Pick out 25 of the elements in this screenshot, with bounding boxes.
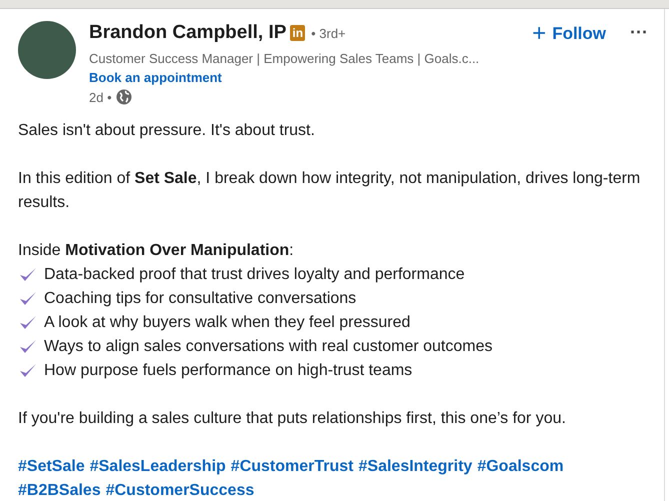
post-paragraph: If you're building a sales culture that puts relationships first, this one’s for you. xyxy=(18,409,567,429)
post-paragraph: In this edition of Set Sale, I break down how integrity, not manipulation, drives long-term results. xyxy=(18,169,642,213)
bullet-text: How purpose fuels performance on high-trust teams xyxy=(44,361,412,381)
author-name[interactable]: Brandon Campbell, IP xyxy=(89,19,286,48)
author-headline: Customer Success Manager | Empowering Sales Teams | Goals.c... xyxy=(89,50,480,68)
linkedin-badge: in xyxy=(290,25,306,42)
hashtag-link[interactable]: #Goalscom xyxy=(477,455,564,479)
globe-icon xyxy=(116,89,132,106)
hashtag-link[interactable]: #CustomerSuccess xyxy=(106,479,254,501)
bullet-text: Data-backed proof that trust drives loyalty and performance xyxy=(44,265,465,285)
bullet-text: A look at why buyers walk when they feel pressured xyxy=(44,313,410,333)
book-appointment-link[interactable]: Book an appointment xyxy=(89,68,528,88)
bullet-text: Coaching tips for consultative conversations xyxy=(44,289,356,309)
post-paragraph: Sales isn't about pressure. It's about trust. xyxy=(18,121,316,141)
follow-button[interactable]: + Follow xyxy=(528,21,610,46)
post-time: 2d • xyxy=(89,88,112,106)
connection-degree: • 3rd+ xyxy=(311,24,346,42)
hashtag-link[interactable]: #CustomerTrust xyxy=(230,455,354,479)
hashtag-link[interactable]: #SalesIntegrity xyxy=(358,455,472,479)
post-paragraph: Inside Motivation Over Manipulation: xyxy=(18,241,295,261)
hashtag-link[interactable]: #B2BSales xyxy=(18,479,101,501)
hashtag-link[interactable]: #SalesLeadership xyxy=(90,455,226,479)
hashtag-link[interactable]: #SetSale xyxy=(18,455,85,479)
bullet-text: Ways to align sales conversations with real customer outcomes xyxy=(44,337,492,357)
more-options-button[interactable]: ··· xyxy=(630,23,648,41)
